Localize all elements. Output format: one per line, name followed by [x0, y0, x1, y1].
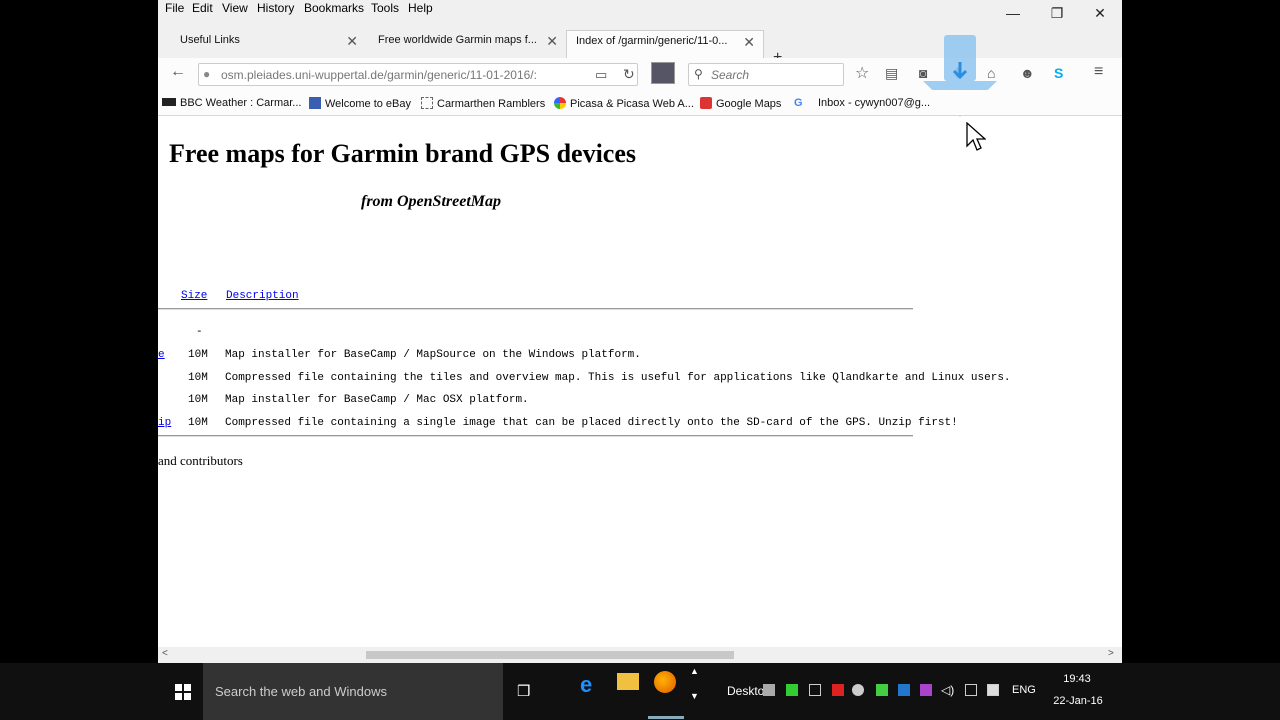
- task-view-icon[interactable]: ❒: [517, 682, 530, 700]
- bookmark-picasa[interactable]: Picasa & Picasa Web A...: [554, 97, 694, 110]
- active-app-indicator: [648, 716, 684, 719]
- windows-logo-icon: [175, 683, 191, 700]
- tray-app-icon[interactable]: [763, 684, 775, 696]
- onenote-icon[interactable]: [920, 684, 932, 696]
- chevron-up-icon[interactable]: ▲: [690, 666, 699, 676]
- network-icon[interactable]: [965, 684, 977, 696]
- tray-app-icon[interactable]: [832, 684, 844, 696]
- horizontal-scrollbar[interactable]: < >: [158, 647, 1122, 663]
- file-link[interactable]: ip: [158, 417, 171, 429]
- menu-help[interactable]: Help: [408, 1, 433, 15]
- bookmark-star-icon[interactable]: ☆: [855, 63, 869, 83]
- tab-label: Useful Links: [180, 34, 240, 46]
- bbc-icon: [162, 98, 176, 106]
- ebay-icon: [309, 97, 321, 109]
- file-size: 10M: [188, 394, 208, 406]
- column-header-size[interactable]: Size: [181, 290, 207, 302]
- chat-icon[interactable]: ☻: [1020, 65, 1035, 81]
- tray-app-icon[interactable]: [786, 684, 798, 696]
- globe-icon: ●: [203, 67, 211, 81]
- action-center-icon[interactable]: [987, 684, 999, 696]
- map-pin-icon: [700, 97, 712, 109]
- language-indicator[interactable]: ENG: [1012, 684, 1036, 696]
- reload-icon[interactable]: ↻: [623, 66, 635, 83]
- clock-time[interactable]: 19:43: [1052, 673, 1102, 685]
- file-size: 10M: [188, 417, 208, 429]
- bookmark-carmarthen-ramblers[interactable]: Carmarthen Ramblers: [421, 97, 545, 110]
- browser-window: File Edit View History Bookmarks Tools H…: [158, 0, 1122, 663]
- addon-image-icon[interactable]: [651, 62, 675, 84]
- divider: [158, 308, 913, 310]
- page-title: Free maps for Garmin brand GPS devices: [169, 139, 637, 168]
- tab-label: Index of /garmin/generic/11-0...: [576, 35, 728, 47]
- bookmarks-toolbar: BBC Weather : Carmar... Welcome to eBay …: [158, 90, 1122, 116]
- url-bar[interactable]: ● osm.pleiades.uni-wuppertal.de/garmin/g…: [198, 63, 638, 86]
- bookmark-google-maps[interactable]: Google Maps: [700, 97, 781, 110]
- cloud-icon[interactable]: [852, 684, 864, 696]
- footer-text: and contributors: [158, 453, 243, 468]
- file-size: 10M: [188, 349, 208, 361]
- column-header-description[interactable]: Description: [226, 290, 299, 302]
- close-icon[interactable]: ✕: [743, 34, 755, 51]
- firefox-icon[interactable]: [654, 671, 676, 693]
- file-description: Map installer for BaseCamp / Mac OSX pla…: [225, 394, 529, 406]
- file-description: Compressed file containing the tiles and…: [225, 372, 1011, 384]
- mouse-cursor-icon: [966, 122, 986, 151]
- file-link[interactable]: e: [158, 349, 165, 361]
- file-description: Map installer for BaseCamp / MapSource o…: [225, 349, 641, 361]
- file-size: 10M: [188, 372, 208, 384]
- start-button[interactable]: [163, 663, 203, 720]
- google-icon: G: [794, 97, 803, 109]
- menu-bar: File Edit View History Bookmarks Tools H…: [158, 0, 1122, 21]
- chevron-down-icon[interactable]: ▼: [690, 691, 699, 701]
- tray-app-icon[interactable]: [876, 684, 888, 696]
- bookmark-ebay[interactable]: Welcome to eBay: [309, 97, 411, 110]
- close-icon[interactable]: ✕: [346, 33, 358, 50]
- divider: [158, 435, 913, 437]
- taskbar: Search the web and Windows ❒ e ▲ ▼ Deskt…: [0, 663, 1280, 720]
- tab-garmin-maps[interactable]: Free worldwide Garmin maps f... ✕: [366, 30, 566, 58]
- menu-file[interactable]: File: [165, 1, 184, 15]
- scrollbar-thumb[interactable]: [366, 651, 734, 659]
- url-text: osm.pleiades.uni-wuppertal.de/garmin/gen…: [221, 68, 537, 82]
- search-icon: ⚲: [694, 67, 703, 81]
- back-arrow-icon[interactable]: ←: [170, 63, 186, 81]
- tab-index-garmin[interactable]: Index of /garmin/generic/11-0... ✕: [566, 30, 764, 58]
- search-box[interactable]: ⚲: [688, 63, 844, 86]
- taskbar-search-text: Search the web and Windows: [215, 684, 387, 699]
- menu-history[interactable]: History: [257, 1, 294, 15]
- scroll-right-icon[interactable]: >: [1108, 648, 1114, 659]
- desktop-toolbar-label[interactable]: Deskto: [727, 684, 764, 698]
- page-subtitle: from OpenStreetMap: [361, 193, 501, 210]
- taskbar-search-box[interactable]: Search the web and Windows: [203, 663, 503, 720]
- tab-label: Free worldwide Garmin maps f...: [378, 34, 537, 46]
- reader-view-icon[interactable]: ▭: [595, 67, 607, 83]
- hamburger-menu-icon[interactable]: ≡: [1094, 63, 1103, 81]
- clock-date[interactable]: 22-Jan-16: [1048, 695, 1108, 707]
- bookmark-bbc-weather[interactable]: BBC Weather : Carmar...: [162, 97, 301, 109]
- search-input[interactable]: [711, 68, 831, 82]
- tray-app-icon[interactable]: [898, 684, 910, 696]
- edge-icon[interactable]: e: [580, 672, 592, 698]
- tab-useful-links[interactable]: Useful Links ✕: [158, 30, 366, 58]
- page-icon: [421, 97, 433, 109]
- close-icon[interactable]: ✕: [546, 33, 558, 50]
- menu-view[interactable]: View: [222, 1, 248, 15]
- menu-edit[interactable]: Edit: [192, 1, 213, 15]
- volume-icon[interactable]: ◁): [941, 683, 954, 697]
- skype-icon[interactable]: S: [1054, 65, 1063, 81]
- parent-size: -: [196, 326, 203, 338]
- picasa-icon: [554, 97, 566, 109]
- reading-list-icon[interactable]: ▤: [885, 65, 898, 82]
- menu-tools[interactable]: Tools: [371, 1, 399, 15]
- usb-icon[interactable]: [809, 684, 821, 696]
- file-explorer-icon[interactable]: [617, 673, 639, 690]
- menu-bookmarks[interactable]: Bookmarks: [304, 1, 364, 15]
- bookmark-inbox[interactable]: G Inbox - cywyn007@g...: [794, 97, 930, 109]
- page-content: Free maps for Garmin brand GPS devices f…: [158, 117, 1122, 647]
- file-description: Compressed file containing a single imag…: [225, 417, 958, 429]
- scroll-left-icon[interactable]: <: [162, 648, 168, 659]
